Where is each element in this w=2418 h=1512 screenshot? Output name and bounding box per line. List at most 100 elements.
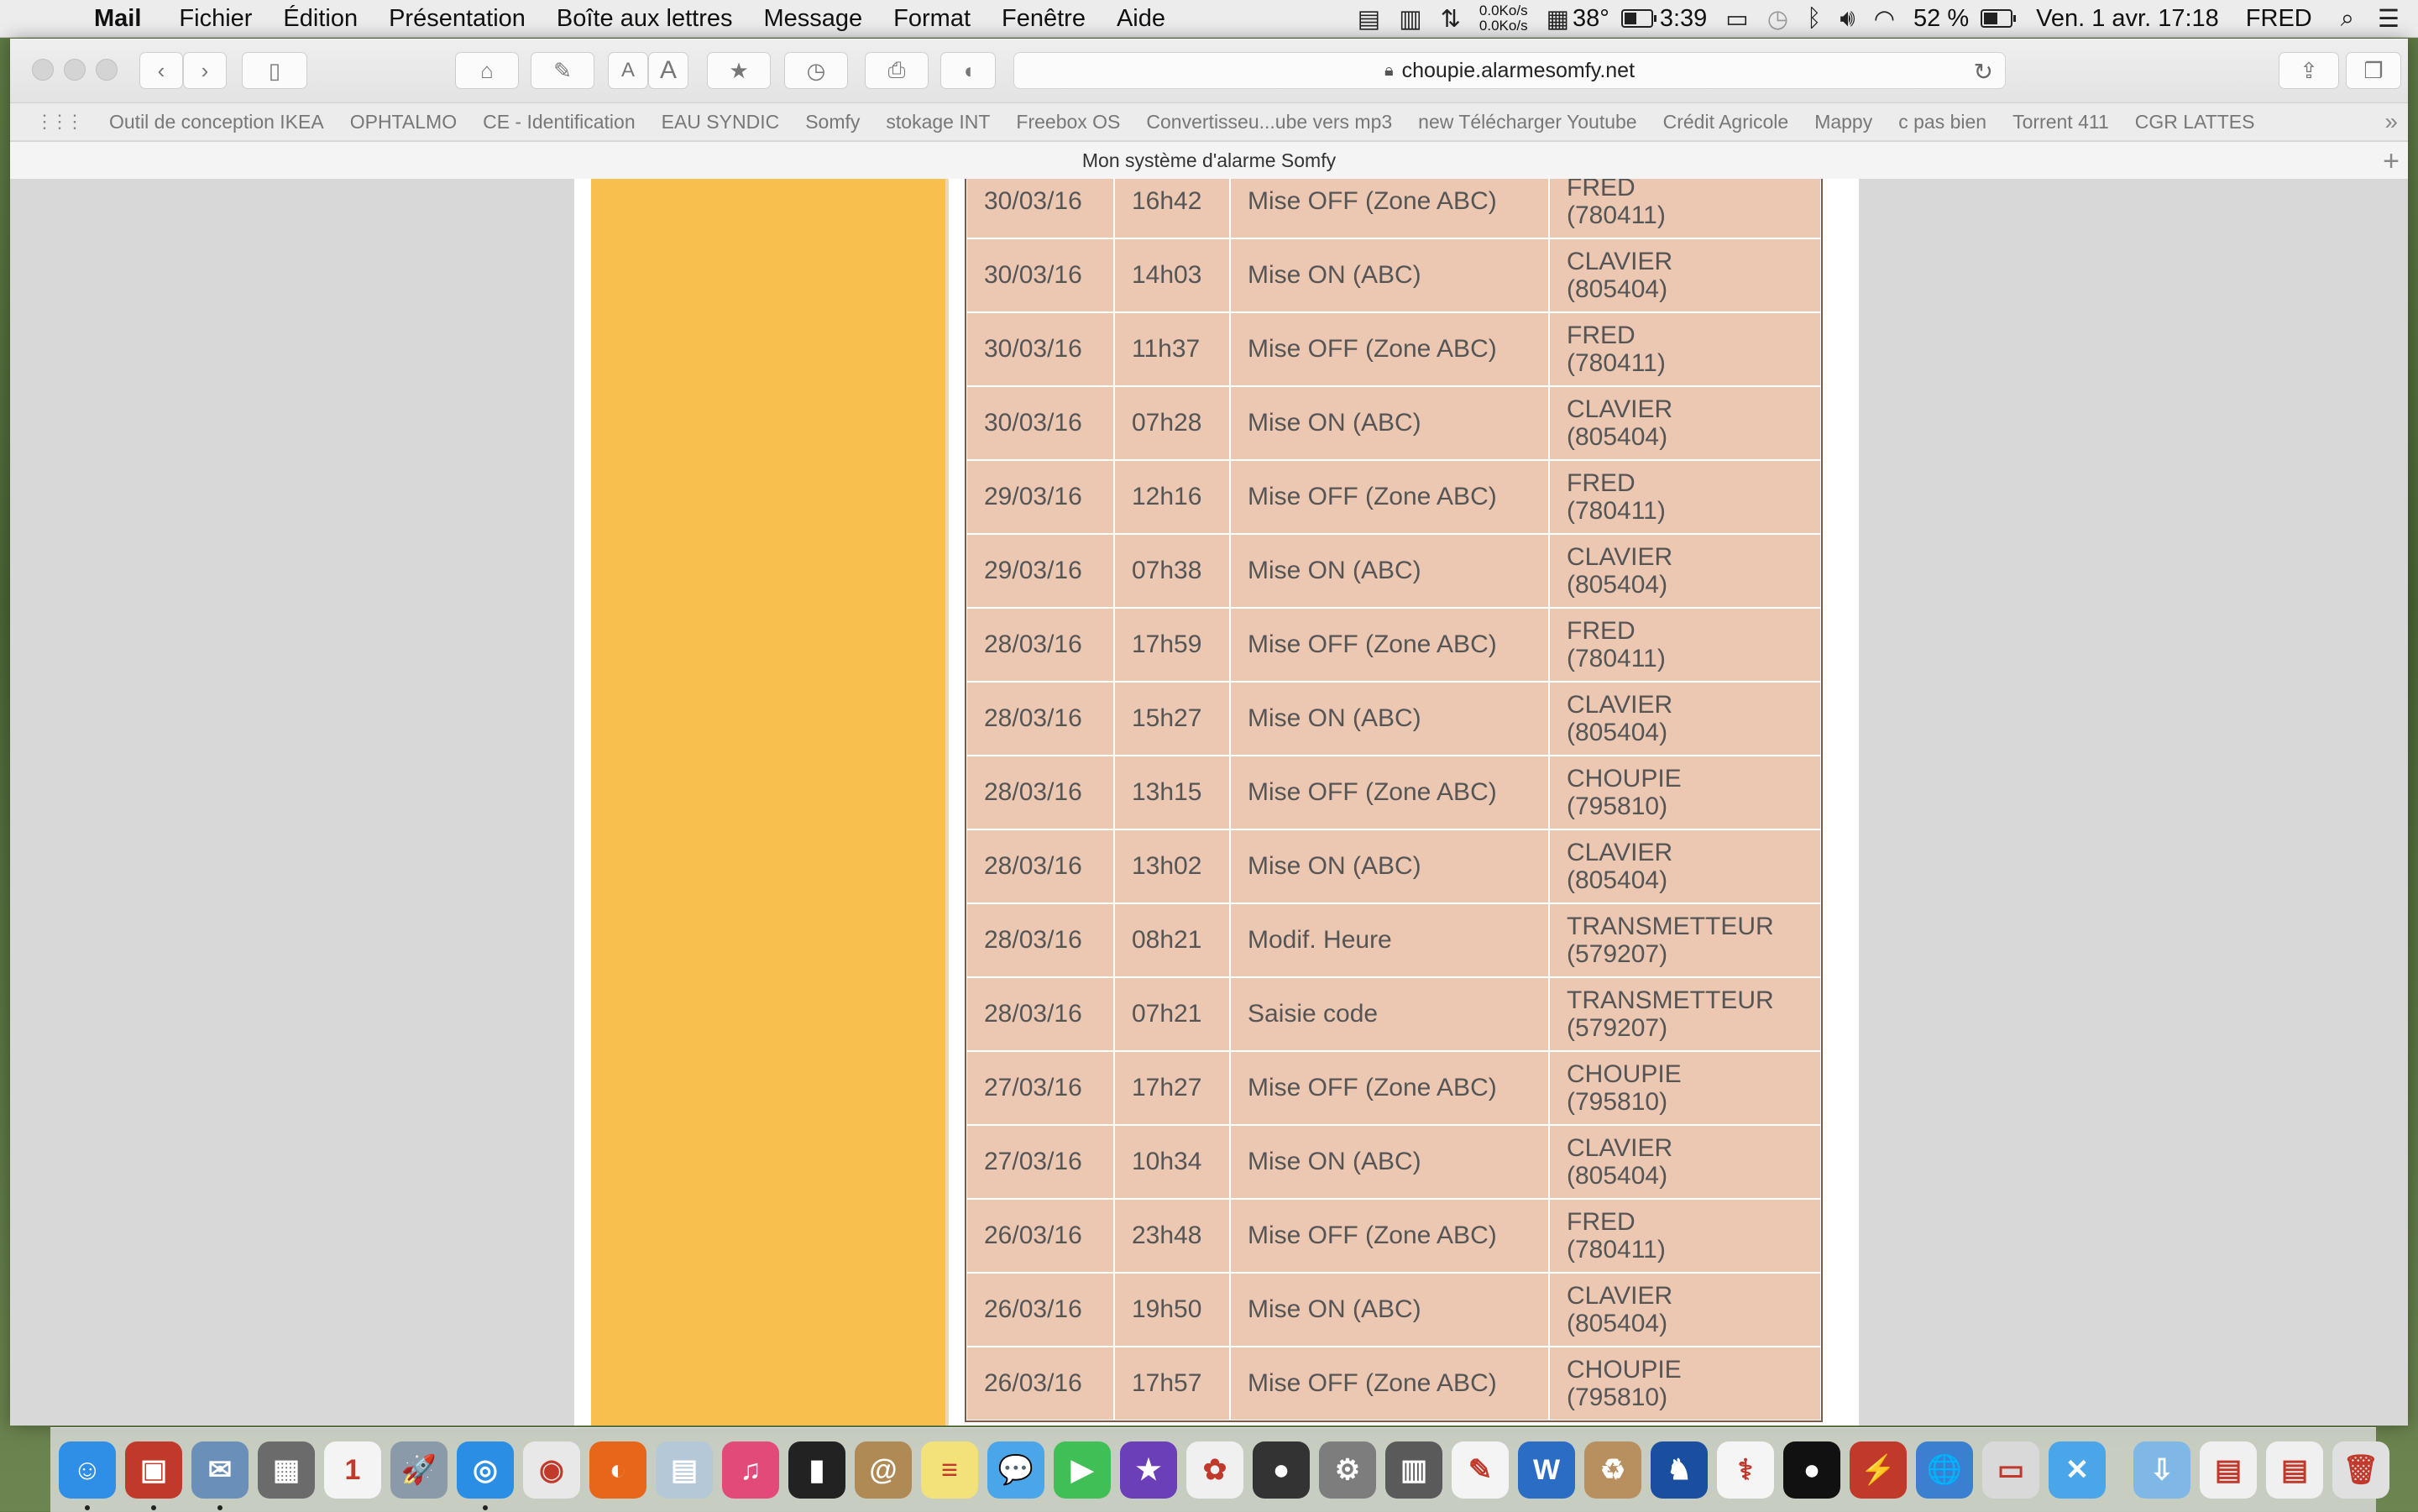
text-smaller-button[interactable]: A — [608, 52, 648, 89]
time-machine-icon[interactable]: ◷ — [1767, 4, 1788, 34]
textedit-icon[interactable]: ✎ — [1452, 1441, 1509, 1499]
wifi-icon[interactable]: ◠ — [1874, 4, 1895, 34]
print-button[interactable]: ⎙ — [865, 52, 929, 89]
photo-booth-icon[interactable]: ▣ — [125, 1441, 182, 1510]
home-button[interactable]: ⌂ — [455, 52, 519, 89]
temperature-text[interactable]: 38° — [1573, 5, 1609, 33]
text-larger-button[interactable]: A — [648, 52, 688, 89]
memory-monitor-icon[interactable]: ▤ — [1358, 4, 1380, 34]
messages-icon[interactable]: 💬 — [987, 1441, 1044, 1499]
battery-icon[interactable] — [1981, 9, 2017, 28]
bookmark-ce-identification[interactable]: CE - Identification — [483, 111, 636, 133]
calculator-icon[interactable]: ▦ — [258, 1441, 315, 1499]
itunes-icon[interactable]: ♫ — [722, 1441, 779, 1499]
close-window-button[interactable] — [32, 59, 54, 81]
bookmark-credit-agricole[interactable]: Crédit Agricole — [1663, 111, 1789, 133]
battery-small-icon[interactable] — [1620, 9, 1656, 28]
screen-icon[interactable]: ▭ — [1982, 1441, 2039, 1499]
menu-fenetre[interactable]: Fenêtre — [1002, 5, 1086, 33]
calendar-icon[interactable]: 1 — [324, 1441, 381, 1499]
bookmark-mappy[interactable]: Mappy — [1814, 111, 1872, 133]
extension-button[interactable]: ◖ — [940, 52, 996, 89]
favorites-button[interactable]: ★ — [707, 52, 771, 89]
imovie-icon[interactable]: ★ — [1120, 1441, 1177, 1499]
network-speed[interactable]: 0.0Ko/s 0.0Ko/s — [1479, 3, 1528, 34]
bluetooth-icon[interactable]: ᛒ — [1807, 5, 1821, 33]
camera-icon[interactable]: ● — [1253, 1441, 1310, 1499]
system-preferences-icon[interactable]: ⚙ — [1319, 1441, 1376, 1499]
safari-icon[interactable]: ◎ — [457, 1441, 514, 1510]
word-icon[interactable]: W — [1518, 1441, 1575, 1499]
dock-glyph: ▦ — [272, 1454, 301, 1486]
bookmark-freebox-os[interactable]: Freebox OS — [1016, 111, 1120, 133]
clock-text[interactable]: Ven. 1 avr. 17:18 — [2036, 5, 2219, 33]
share-button[interactable]: ⇪ — [2279, 52, 2339, 89]
address-bar[interactable]: 🔒︎ choupie.alarmesomfy.net ↻ — [1013, 52, 2006, 89]
reload-icon[interactable]: ↻ — [1974, 58, 1993, 86]
firefox-icon[interactable]: ◐ — [589, 1441, 646, 1499]
spotlight-search-icon[interactable]: ⌕ — [2341, 5, 2354, 33]
globe-icon[interactable]: 🌐 — [1916, 1441, 1973, 1499]
battery-time-text[interactable]: 3:39 — [1660, 5, 1707, 33]
tab-title[interactable]: Mon système d'alarme Somfy — [1082, 149, 1336, 172]
app-icon-blue[interactable]: ♞ — [1651, 1441, 1708, 1499]
bookmark-c-pas-bien[interactable]: c pas bien — [1898, 111, 1986, 133]
edit-button[interactable]: ✎ — [531, 52, 594, 89]
menu-aide[interactable]: Aide — [1117, 5, 1165, 33]
document-stack-icon[interactable]: ▤ — [2200, 1441, 2257, 1499]
menu-fichier[interactable]: Fichier — [179, 5, 252, 33]
bookmark-convertisseur[interactable]: Convertisseu...ube vers mp3 — [1146, 111, 1392, 133]
menu-presentation[interactable]: Présentation — [389, 5, 526, 33]
disc-icon[interactable]: ● — [1783, 1441, 1840, 1499]
history-button[interactable]: ◷ — [784, 52, 848, 89]
notification-center-icon[interactable]: ☰ — [2378, 4, 2400, 34]
document-stack-2-icon[interactable]: ▤ — [2266, 1441, 2323, 1499]
airplay-icon[interactable]: ▭ — [1725, 4, 1748, 34]
tabs-overview-button[interactable]: ❐ — [2346, 52, 2401, 89]
x-app-icon[interactable]: ✕ — [2049, 1441, 2106, 1499]
forward-button[interactable]: › — [183, 52, 227, 89]
minimize-window-button[interactable] — [64, 59, 86, 81]
apps-grid-icon[interactable]: ⋮⋮⋮ — [35, 111, 84, 133]
deezer-icon[interactable]: ▮ — [788, 1441, 845, 1499]
volume-icon[interactable]: 🔊︎ — [1840, 5, 1855, 33]
bookmark-torrent-411[interactable]: Torrent 411 — [2012, 111, 2109, 133]
menu-edition[interactable]: Édition — [283, 5, 358, 33]
menu-boite-aux-lettres[interactable]: Boîte aux lettres — [557, 5, 733, 33]
scanner-icon[interactable]: ▥ — [1385, 1441, 1442, 1499]
zoom-window-button[interactable] — [96, 59, 118, 81]
menu-app-mail[interactable]: Mail — [94, 5, 141, 33]
bookmark-telecharger-youtube[interactable]: new Télécharger Youtube — [1418, 111, 1636, 133]
chrome-icon[interactable]: ◉ — [523, 1441, 580, 1499]
mail-icon[interactable]: ✉ — [191, 1441, 249, 1510]
bookmark-ophtalmo[interactable]: OPHTALMO — [350, 111, 457, 133]
network-arrows-icon[interactable]: ⇅ — [1441, 4, 1461, 34]
facetime-icon[interactable]: ▶ — [1054, 1441, 1111, 1499]
photos-icon[interactable]: ✿ — [1186, 1441, 1243, 1499]
user-name-text[interactable]: FRED — [2246, 5, 2312, 33]
bookmarks-overflow-icon[interactable]: » — [2384, 108, 2398, 135]
menu-format[interactable]: Format — [893, 5, 971, 33]
finder-icon[interactable]: ☺ — [59, 1441, 116, 1510]
disk-monitor-icon[interactable]: ▥ — [1399, 4, 1421, 34]
archive-icon[interactable]: ♻ — [1584, 1441, 1641, 1499]
downloads-folder-icon[interactable]: ⇩ — [2133, 1441, 2190, 1499]
cpu-monitor-icon[interactable]: ▦ — [1547, 4, 1569, 34]
sidebar-toggle-button[interactable]: ▯ — [242, 52, 307, 89]
notes-icon[interactable]: ≡ — [921, 1441, 978, 1499]
bookmark-eau-syndic[interactable]: EAU SYNDIC — [662, 111, 780, 133]
app-icon-pink[interactable]: ⚕ — [1717, 1441, 1774, 1499]
preview-icon[interactable]: ▤ — [656, 1441, 713, 1499]
filezilla-icon[interactable]: ⚡ — [1850, 1441, 1907, 1499]
trash-icon[interactable]: 🗑 — [2332, 1441, 2389, 1499]
battery-percent-text[interactable]: 52 % — [1913, 5, 1969, 33]
launchpad-icon[interactable]: 🚀 — [390, 1441, 447, 1499]
bookmark-stokage-int[interactable]: stokage INT — [886, 111, 990, 133]
new-tab-icon[interactable]: + — [2383, 145, 2400, 178]
bookmark-cgr-lattes[interactable]: CGR LATTES — [2135, 111, 2255, 133]
menu-message[interactable]: Message — [763, 5, 862, 33]
contacts-icon[interactable]: @ — [855, 1441, 912, 1499]
bookmark-somfy[interactable]: Somfy — [805, 111, 860, 133]
bookmark-ikea[interactable]: Outil de conception IKEA — [109, 111, 324, 133]
back-button[interactable]: ‹ — [139, 52, 183, 89]
